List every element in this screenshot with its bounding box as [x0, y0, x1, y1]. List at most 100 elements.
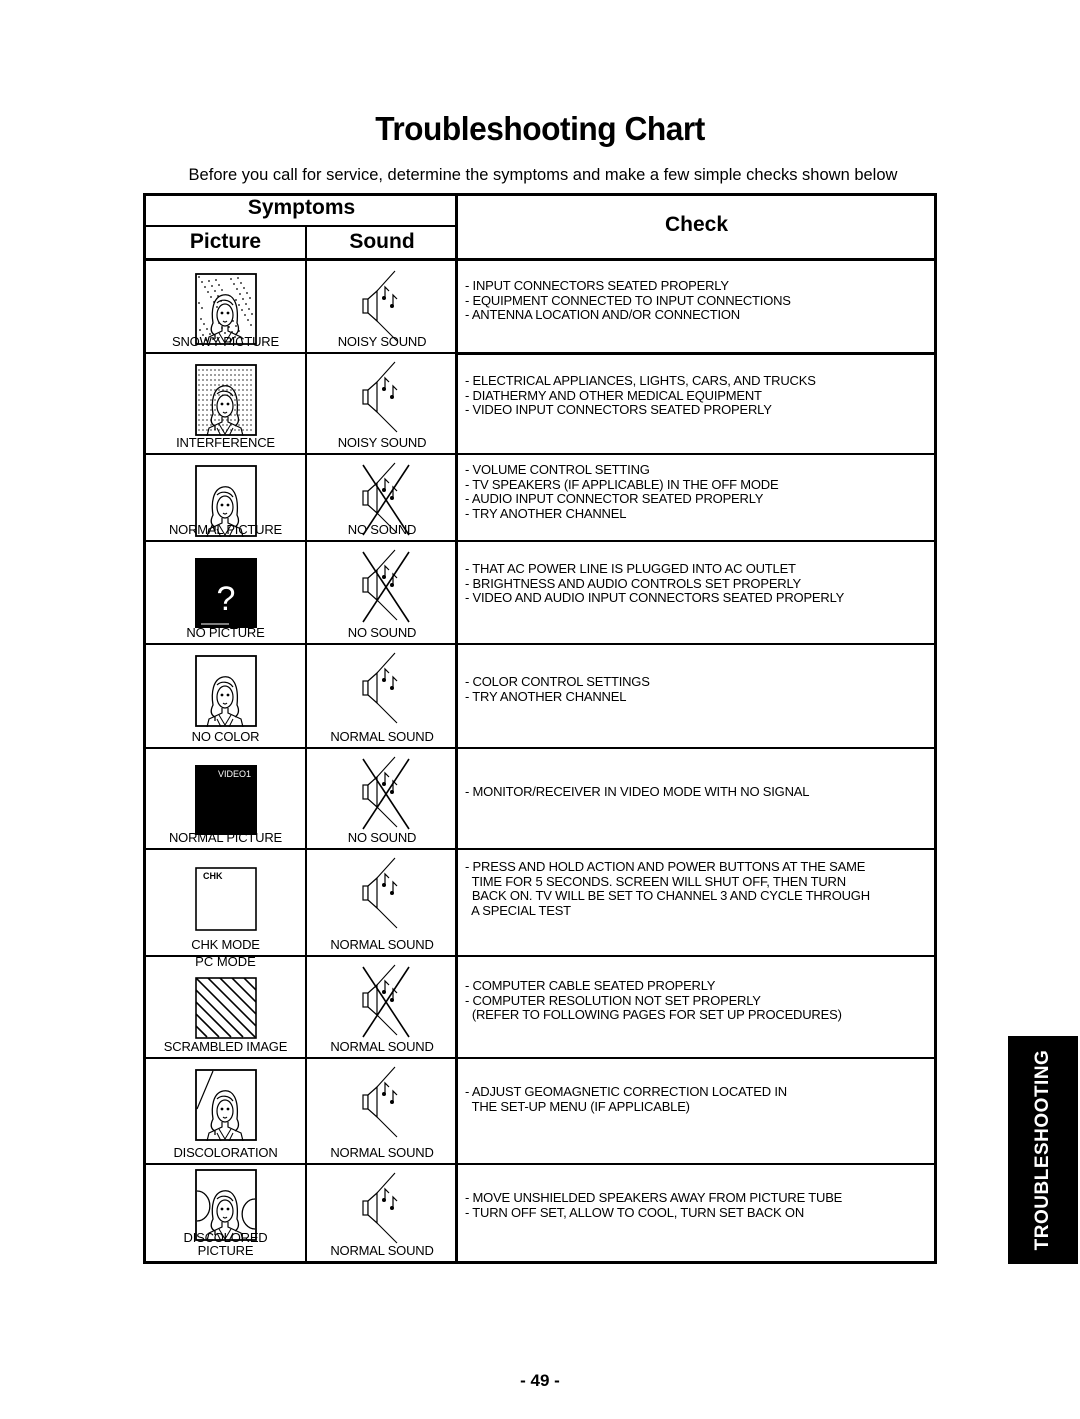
chk-screen-icon: CHK [194, 860, 257, 937]
speaker-icon [349, 856, 415, 939]
svg-text:?: ? [216, 580, 235, 618]
check-cell: - INPUT CONNECTORS SEATED PROPERLY - EQUI… [459, 261, 934, 352]
check-cell: - COLOR CONTROL SETTINGS - TRY ANOTHER CH… [459, 643, 934, 747]
sound-symptom-cell: NOISY SOUND [307, 261, 457, 352]
picture-symptom-cell: INTERFERENCE [146, 352, 305, 453]
svg-text:CHK: CHK [203, 871, 223, 881]
picture-label: NORMAL PICTURE [146, 523, 305, 536]
check-item: A SPECIAL TEST [465, 902, 571, 918]
section-tab-label: TROUBLESHOOTING [1032, 1049, 1053, 1251]
picture-label-text: SNOWY PICTURE [172, 334, 279, 349]
picture-symptom-cell: NORMAL PICTURE [146, 453, 305, 540]
picture-label: NO COLOR [146, 730, 305, 743]
check-cell: - ELECTRICAL APPLIANCES, LIGHTS, CARS, A… [459, 352, 934, 453]
picture-label: DISCOLORATION [146, 1146, 305, 1159]
picture-label-text: NORMAL PICTURE [168, 522, 282, 537]
discoloration-picture-icon [194, 1069, 257, 1146]
picture-label-text: CHK MODE [191, 937, 260, 952]
picture-symptom-cell: SNOWY PICTURE [146, 261, 305, 352]
picture-label-text: NORMAL PICTURE [168, 830, 282, 845]
page-number: - 49 - [520, 1371, 560, 1390]
sound-symptom-cell: NORMAL SOUND [307, 1057, 457, 1163]
speaker-icon [349, 651, 415, 734]
check-list: - COMPUTER CABLE SEATED PROPERLY - COMPUT… [465, 978, 928, 1023]
troubleshooting-table: Symptoms Picture Sound Check SNOWY PICTU… [143, 193, 937, 1264]
picture-label-text: SCRAMBLED IMAGE [163, 1039, 288, 1054]
check-item: - VOLUME CONTROL SETTING [465, 462, 650, 477]
picture-label-text: INTERFERENCE [176, 435, 275, 450]
table-row: DISCOLORATION NORMAL SOUND - ADJUST GEOM… [146, 1057, 934, 1163]
sound-label: NOISY SOUND [337, 334, 427, 349]
picture-label: DISCOLORED PICTURE [146, 1231, 305, 1257]
table-row: NORMAL PICTURE NO SOUND - VOLUME CONTROL… [146, 453, 934, 540]
sound-label: NOISY SOUND [337, 435, 427, 450]
sound-symptom-cell: NO SOUND [307, 453, 457, 540]
picture-label-text: DISCOLORATION [173, 1145, 278, 1160]
check-list: - COLOR CONTROL SETTINGS - TRY ANOTHER CH… [465, 674, 928, 704]
check-item: - BRIGHTNESS AND AUDIO CONTROLS SET PROP… [465, 575, 802, 591]
picture-symptom-cell: PC MODE SCRAMBLED IMAGE [146, 955, 305, 1057]
video-screen-icon: VIDEO1 [194, 759, 257, 840]
check-cell: - MONITOR/RECEIVER IN VIDEO MODE WITH NO… [459, 747, 934, 848]
picture-label: NO PICTURE [146, 626, 305, 639]
picture-label: SCRAMBLED IMAGE [146, 1040, 305, 1053]
speaker-crossed-icon [349, 548, 415, 631]
svg-text:VIDEO1: VIDEO1 [217, 769, 250, 779]
check-item: - TV SPEAKERS (IF APPLICABLE) IN THE OFF… [465, 476, 779, 492]
sound-symptom-cell: NORMAL SOUND [307, 955, 457, 1057]
sound-symptom-cell: NORMAL SOUND [307, 1163, 457, 1261]
table-row: INTERFERENCE NOISY SOUND - ELECTRICAL AP… [146, 352, 934, 453]
check-item: - DIATHERMY AND OTHER MEDICAL EQUIPMENT [465, 387, 762, 403]
header-symptoms: Symptoms [247, 196, 356, 219]
check-list: - MONITOR/RECEIVER IN VIDEO MODE WITH NO… [465, 784, 928, 800]
check-item: THE SET-UP MENU (IF APPLICABLE) [465, 1098, 690, 1114]
check-list: - ADJUST GEOMAGNETIC CORRECTION LOCATED … [465, 1084, 928, 1114]
speaker-icon [349, 1171, 415, 1254]
check-item: - TURN OFF SET, ALLOW TO COOL, TURN SET … [465, 1204, 805, 1220]
sound-label: NORMAL SOUND [330, 937, 434, 952]
normal-picture-icon [194, 655, 257, 732]
check-item: - TRY ANOTHER CHANNEL [465, 688, 627, 704]
page-title: Troubleshooting Chart [375, 110, 705, 147]
check-cell: - THAT AC POWER LINE IS PLUGGED INTO AC … [459, 540, 934, 643]
sound-label: NORMAL SOUND [330, 1039, 434, 1054]
header-divider [146, 225, 457, 227]
scrambled-image-icon [194, 977, 257, 1044]
check-item: - PRESS AND HOLD ACTION AND POWER BUTTON… [465, 859, 866, 874]
check-list: - MOVE UNSHIELDED SPEAKERS AWAY FROM PIC… [465, 1190, 928, 1220]
picture-sublabel: PC MODE [195, 954, 256, 969]
picture-symptom-cell: DISCOLORED PICTURE [146, 1163, 305, 1261]
picture-label: NORMAL PICTURE [146, 831, 305, 844]
page-subtitle: Before you call for service, determine t… [188, 166, 898, 184]
picture-label: SNOWY PICTURE [146, 335, 305, 348]
picture-label-text: NO COLOR [191, 729, 260, 744]
header-sound: Sound [349, 230, 415, 253]
sound-label: NORMAL SOUND [330, 1145, 434, 1160]
interference-picture-icon [194, 364, 257, 441]
picture-label: INTERFERENCE [146, 436, 305, 449]
check-item: - COMPUTER CABLE SEATED PROPERLY [465, 978, 716, 993]
header-check: Check [664, 213, 729, 236]
section-tab: TROUBLESHOOTING [1008, 1036, 1078, 1264]
speaker-icon [349, 1065, 415, 1148]
check-item: - ANTENNA LOCATION AND/OR CONNECTION [465, 307, 740, 322]
check-item: - MOVE UNSHIELDED SPEAKERS AWAY FROM PIC… [465, 1190, 843, 1205]
picture-symptom-cell: VIDEO1 NORMAL PICTURE [146, 747, 305, 848]
no-picture-icon: ? [194, 552, 257, 633]
check-item: (REFER TO FOLLOWING PAGES FOR SET UP PRO… [465, 1007, 842, 1022]
check-item: - AUDIO INPUT CONNECTOR SEATED PROPERLY [465, 491, 764, 506]
check-item: - VIDEO INPUT CONNECTORS SEATED PROPERLY [465, 402, 772, 417]
picture-label-line: PICTURE [197, 1243, 254, 1258]
picture-symptom-cell: CHK CHK MODE [146, 848, 305, 955]
check-list: - INPUT CONNECTORS SEATED PROPERLY - EQUI… [465, 278, 928, 323]
speaker-crossed-icon [349, 755, 415, 838]
check-item: BACK ON. TV WILL BE SET TO CHANNEL 3 AND… [465, 888, 870, 903]
check-cell: - MOVE UNSHIELDED SPEAKERS AWAY FROM PIC… [459, 1163, 934, 1261]
check-item: - MONITOR/RECEIVER IN VIDEO MODE WITH NO… [465, 784, 810, 799]
check-cell: - ADJUST GEOMAGNETIC CORRECTION LOCATED … [459, 1057, 934, 1163]
table-row: NO COLOR NORMAL SOUND - COLOR CONTROL SE… [146, 643, 934, 747]
check-item: - INPUT CONNECTORS SEATED PROPERLY [465, 278, 729, 293]
sound-symptom-cell: NORMAL SOUND [307, 643, 457, 747]
check-cell: - COMPUTER CABLE SEATED PROPERLY - COMPUT… [459, 955, 934, 1057]
check-item: - ELECTRICAL APPLIANCES, LIGHTS, CARS, A… [465, 373, 816, 388]
